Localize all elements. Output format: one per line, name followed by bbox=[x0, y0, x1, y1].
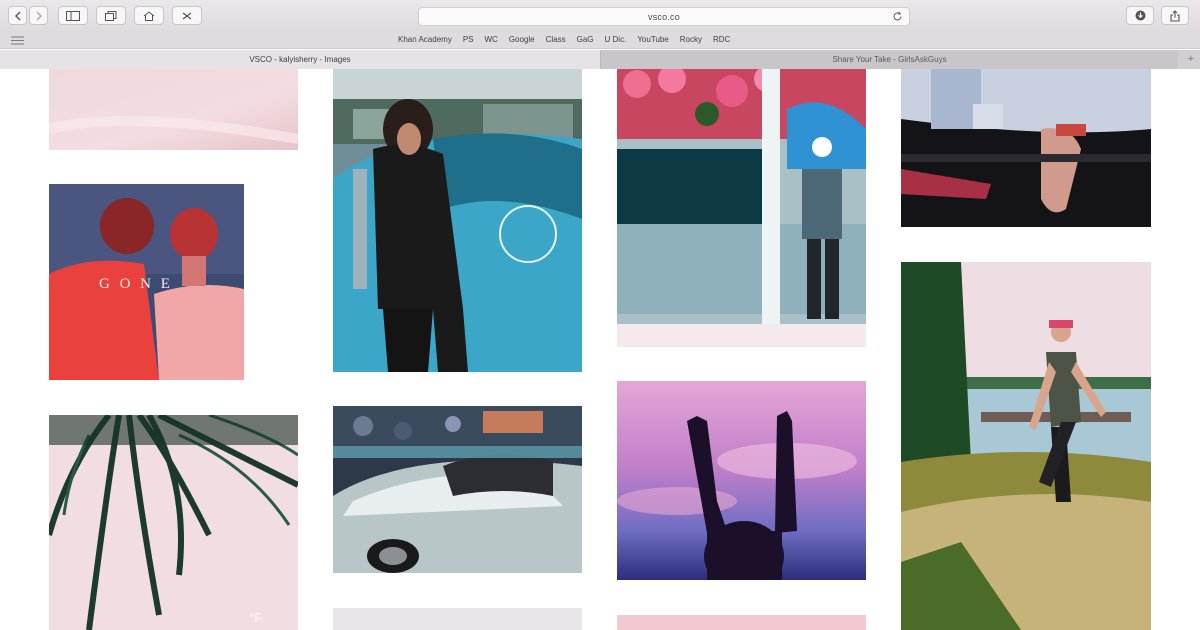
tab-label: Share Your Take - GirlsAskGuys bbox=[832, 55, 947, 64]
photo-partial-pink[interactable] bbox=[617, 615, 866, 630]
browser-toolbar: vsco.co bbox=[0, 0, 1200, 33]
show-all-tabs-button[interactable] bbox=[96, 6, 126, 25]
chevron-left-icon bbox=[14, 11, 20, 20]
tab-bar: VSCO - kalyisherry - Images Share Your T… bbox=[0, 50, 1200, 69]
new-tab-button[interactable]: + bbox=[1188, 53, 1194, 65]
favorite-u-dic[interactable]: U Dic. bbox=[605, 35, 627, 44]
favorites-list: Khan Academy PS WC Google Class GaG U Di… bbox=[398, 35, 730, 44]
home-button[interactable] bbox=[134, 6, 164, 25]
photo-partial-grey[interactable] bbox=[333, 608, 582, 630]
url-text: vsco.co bbox=[648, 11, 680, 22]
download-icon bbox=[1135, 10, 1145, 21]
share-button[interactable] bbox=[1161, 6, 1189, 25]
sidebar-button[interactable] bbox=[58, 6, 88, 25]
photo-girl-lake[interactable] bbox=[901, 262, 1151, 630]
tabs-overview-icon bbox=[105, 10, 117, 21]
photo-gone-couple[interactable]: G O N E bbox=[49, 184, 244, 380]
favorite-rdc[interactable]: RDC bbox=[713, 35, 730, 44]
photo-image bbox=[901, 69, 1151, 227]
chevron-right-icon bbox=[36, 11, 42, 20]
photo-white-sportscar[interactable] bbox=[333, 406, 582, 573]
tab-girlsaskguys[interactable]: Share Your Take - GirlsAskGuys bbox=[600, 50, 1178, 69]
extension-icon bbox=[182, 12, 192, 19]
photo-hand-night[interactable] bbox=[901, 69, 1151, 227]
photo-image bbox=[333, 406, 582, 573]
reload-icon[interactable] bbox=[892, 11, 903, 22]
back-button[interactable] bbox=[8, 6, 27, 25]
photo-image bbox=[901, 262, 1151, 630]
home-icon bbox=[143, 10, 155, 21]
favorite-wc[interactable]: WC bbox=[484, 35, 497, 44]
photo-image bbox=[333, 69, 582, 372]
favorite-rocky[interactable]: Rocky bbox=[680, 35, 702, 44]
photo-pink-fabric[interactable] bbox=[49, 69, 298, 150]
menu-icon[interactable] bbox=[11, 36, 24, 45]
overlay-text-gone: G O N E bbox=[99, 276, 173, 292]
downloads-button[interactable] bbox=[1126, 6, 1154, 25]
tab-label: VSCO - kalyisherry - Images bbox=[249, 55, 351, 64]
favorite-ps[interactable]: PS bbox=[463, 35, 474, 44]
favorites-bar: Khan Academy PS WC Google Class GaG U Di… bbox=[0, 33, 1200, 49]
extension-button[interactable] bbox=[172, 6, 202, 25]
photo-hands-sunset[interactable] bbox=[617, 381, 866, 580]
favorite-gag[interactable]: GaG bbox=[577, 35, 594, 44]
favorite-khan-academy[interactable]: Khan Academy bbox=[398, 35, 452, 44]
photo-image bbox=[617, 381, 866, 580]
photo-girl-car[interactable] bbox=[333, 69, 582, 372]
sidebar-icon bbox=[66, 10, 80, 21]
photo-image bbox=[617, 615, 866, 630]
address-bar[interactable]: vsco.co bbox=[418, 7, 910, 26]
favorite-google[interactable]: Google bbox=[509, 35, 535, 44]
favorite-class[interactable]: Class bbox=[546, 35, 566, 44]
tab-vsco[interactable]: VSCO - kalyisherry - Images bbox=[0, 50, 600, 69]
favorite-youtube[interactable]: YouTube bbox=[637, 35, 668, 44]
photo-palm-tree[interactable]: °F bbox=[49, 415, 298, 630]
photo-mirror-selfie[interactable] bbox=[617, 69, 866, 347]
photo-image bbox=[49, 69, 298, 150]
photo-image bbox=[49, 415, 298, 630]
overlay-text-partial: °F bbox=[249, 610, 263, 625]
share-icon bbox=[1170, 9, 1180, 22]
photo-image bbox=[617, 69, 866, 347]
forward-button[interactable] bbox=[29, 6, 48, 25]
photo-image bbox=[333, 608, 582, 630]
